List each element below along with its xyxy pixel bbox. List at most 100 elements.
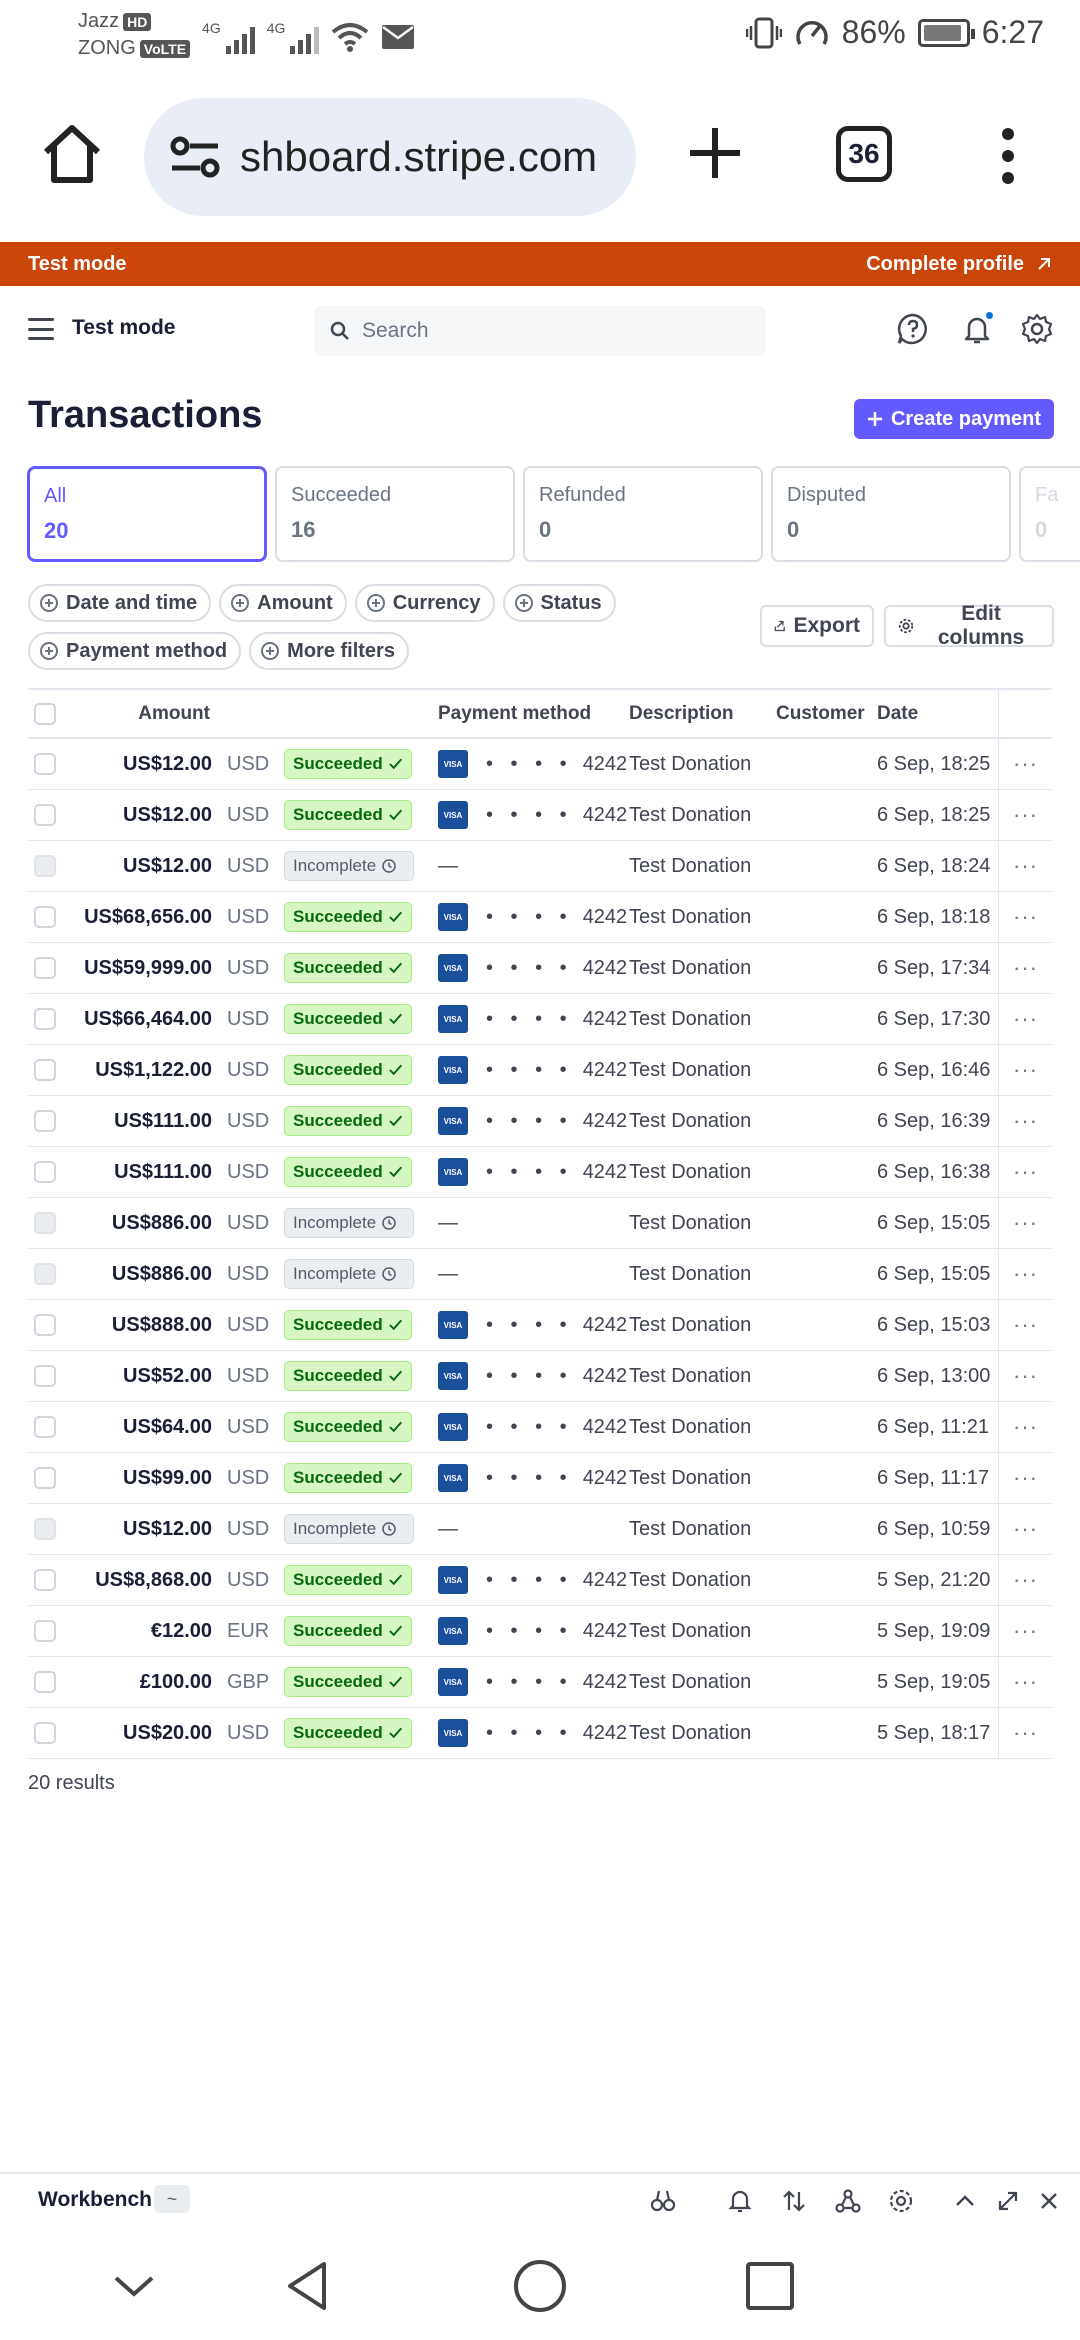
table-row[interactable]: US$68,656.00 USD Succeeded VISA • • • • 4242 T… [28,892,1052,943]
table-row[interactable]: US$64.00 USD Succeeded VISA • • • • 4242 Test … [28,1402,1052,1453]
status-badge: Succeeded [284,1412,412,1442]
home-circle-icon[interactable] [512,2258,568,2314]
bell-icon[interactable] [727,2188,753,2214]
chevron-down-icon[interactable] [106,2258,162,2314]
create-payment-button[interactable]: Create payment [854,399,1054,439]
row-more-icon[interactable]: ··· [998,1606,1052,1656]
table-row[interactable]: US$12.00 USD Succeeded VISA • • • • 4242 Test … [28,790,1052,841]
gear-icon[interactable] [888,2188,914,2214]
filter-date-time[interactable]: Date and time [28,584,212,622]
table-row[interactable]: US$886.00 USD Incomplete — Test Donation 6 Se… [28,1198,1052,1249]
row-more-icon[interactable]: ··· [998,1657,1052,1707]
currency-cell: USD [227,1517,270,1540]
back-icon[interactable] [280,2258,336,2314]
vibrate-icon [745,17,782,48]
row-more-icon[interactable]: ··· [998,739,1052,789]
row-more-icon[interactable]: ··· [998,841,1052,891]
filter-more[interactable]: More filters [249,632,409,670]
filter-payment-method[interactable]: Payment method [28,632,242,670]
table-row[interactable]: US$59,999.00 USD Succeeded VISA • • • • 4242 T… [28,943,1052,994]
tab-succeeded[interactable]: Succeeded 16 [275,466,515,562]
table-row[interactable]: US$12.00 USD Incomplete — Test Donation 6 Sep… [28,1504,1052,1555]
description-cell: Test Donation [629,905,752,928]
row-more-icon[interactable]: ··· [998,1453,1052,1503]
tab-switcher-button[interactable]: 36 [836,126,892,182]
table-row[interactable]: £100.00 GBP Succeeded VISA • • • • 4242 Test D… [28,1657,1052,1708]
site-settings-icon[interactable] [166,128,224,186]
filter-status[interactable]: Status [502,584,616,622]
export-button[interactable]: Export [760,605,874,647]
table-row[interactable]: US$66,464.00 USD Succeeded VISA • • • • 4242 T… [28,994,1052,1045]
status-right: 86% 6:27 [745,14,1044,51]
menu-icon[interactable] [28,318,54,340]
table-row[interactable]: US$1,122.00 USD Succeeded VISA • • • • 4242 Te… [28,1045,1052,1096]
account-name[interactable]: Test mode [72,316,175,340]
row-more-icon[interactable]: ··· [998,994,1052,1044]
row-more-icon[interactable]: ··· [998,790,1052,840]
webhooks-icon[interactable] [835,2188,861,2214]
table-row[interactable]: US$8,868.00 USD Succeeded VISA • • • • 4242 Te… [28,1555,1052,1606]
chevron-up-icon[interactable] [952,2188,978,2214]
row-more-icon[interactable]: ··· [998,1249,1052,1299]
help-icon[interactable] [896,312,930,346]
card-last4: 4242 [582,1160,628,1183]
header-customer[interactable]: Customer [776,690,865,737]
row-more-icon[interactable]: ··· [998,1555,1052,1605]
table-row[interactable]: US$12.00 USD Succeeded VISA • • • • 4242 Test … [28,739,1052,790]
overflow-menu-icon[interactable] [996,128,1020,184]
table-row[interactable]: US$111.00 USD Succeeded VISA • • • • 4242 Test… [28,1147,1052,1198]
table-row[interactable]: US$111.00 USD Succeeded VISA • • • • 4242 Test… [28,1096,1052,1147]
filter-amount[interactable]: Amount [219,584,347,622]
row-more-icon[interactable]: ··· [998,1351,1052,1401]
tab-failed[interactable]: Fa 0 [1019,466,1080,562]
table-row[interactable]: €12.00 EUR Succeeded VISA • • • • 4242 Test Do… [28,1606,1052,1657]
carrier-1: Jazz HD [78,10,190,33]
row-more-icon[interactable]: ··· [998,892,1052,942]
edit-columns-button[interactable]: Edit columns [884,602,1054,649]
header-description[interactable]: Description [629,690,734,737]
notifications-button[interactable] [960,310,995,346]
sort-arrows-icon[interactable] [781,2188,807,2214]
header-payment-method[interactable]: Payment method [438,690,591,737]
table-row[interactable]: US$20.00 USD Succeeded VISA • • • • 4242 Test … [28,1708,1052,1759]
table-row[interactable]: US$888.00 USD Succeeded VISA • • • • 4242 Test… [28,1300,1052,1351]
tab-refunded[interactable]: Refunded 0 [523,466,763,562]
row-more-icon[interactable]: ··· [998,1045,1052,1095]
row-more-icon[interactable]: ··· [998,1504,1052,1554]
table-row[interactable]: US$99.00 USD Succeeded VISA • • • • 4242 Test … [28,1453,1052,1504]
table-row[interactable]: US$12.00 USD Incomplete — Test Donation 6 Sep… [28,841,1052,892]
recents-icon[interactable] [742,2258,798,2314]
new-tab-icon[interactable] [686,124,744,182]
tab-disputed[interactable]: Disputed 0 [771,466,1011,562]
filter-currency[interactable]: Currency [354,584,495,622]
signal-2-icon: 4G [267,20,320,54]
row-more-icon[interactable]: ··· [998,1147,1052,1197]
row-more-icon[interactable]: ··· [998,1402,1052,1452]
header-amount[interactable]: Amount [28,690,210,737]
complete-profile-link[interactable]: Complete profile [866,253,1052,276]
expand-icon[interactable] [995,2188,1021,2214]
row-more-icon[interactable]: ··· [998,1300,1052,1350]
tab-all[interactable]: All 20 [27,466,267,562]
currency-cell: USD [227,956,270,979]
row-more-icon[interactable]: ··· [998,1708,1052,1758]
row-more-icon[interactable]: ··· [998,943,1052,993]
table-row[interactable]: US$886.00 USD Incomplete — Test Donation 6 Se… [28,1249,1052,1300]
search-input[interactable] [362,319,742,343]
header-date[interactable]: Date [877,690,918,737]
inspect-icon[interactable] [650,2188,676,2214]
gear-icon[interactable] [1020,312,1054,346]
row-more-icon[interactable]: ··· [998,1198,1052,1248]
close-icon[interactable] [1036,2188,1062,2214]
checkmark-icon [388,809,402,821]
tab-label: Fa [1035,484,1059,506]
workbench-title[interactable]: Workbench [38,2188,152,2212]
status-label: Incomplete [293,1264,377,1283]
search-box[interactable] [314,306,766,356]
address-bar[interactable]: shboard.stripe.com [144,98,636,216]
description-cell: Test Donation [629,1721,752,1744]
row-more-icon[interactable]: ··· [998,1096,1052,1146]
home-icon[interactable] [38,120,106,188]
amount-cell: US$52.00 [123,1364,212,1387]
table-row[interactable]: US$52.00 USD Succeeded VISA • • • • 4242 Test … [28,1351,1052,1402]
